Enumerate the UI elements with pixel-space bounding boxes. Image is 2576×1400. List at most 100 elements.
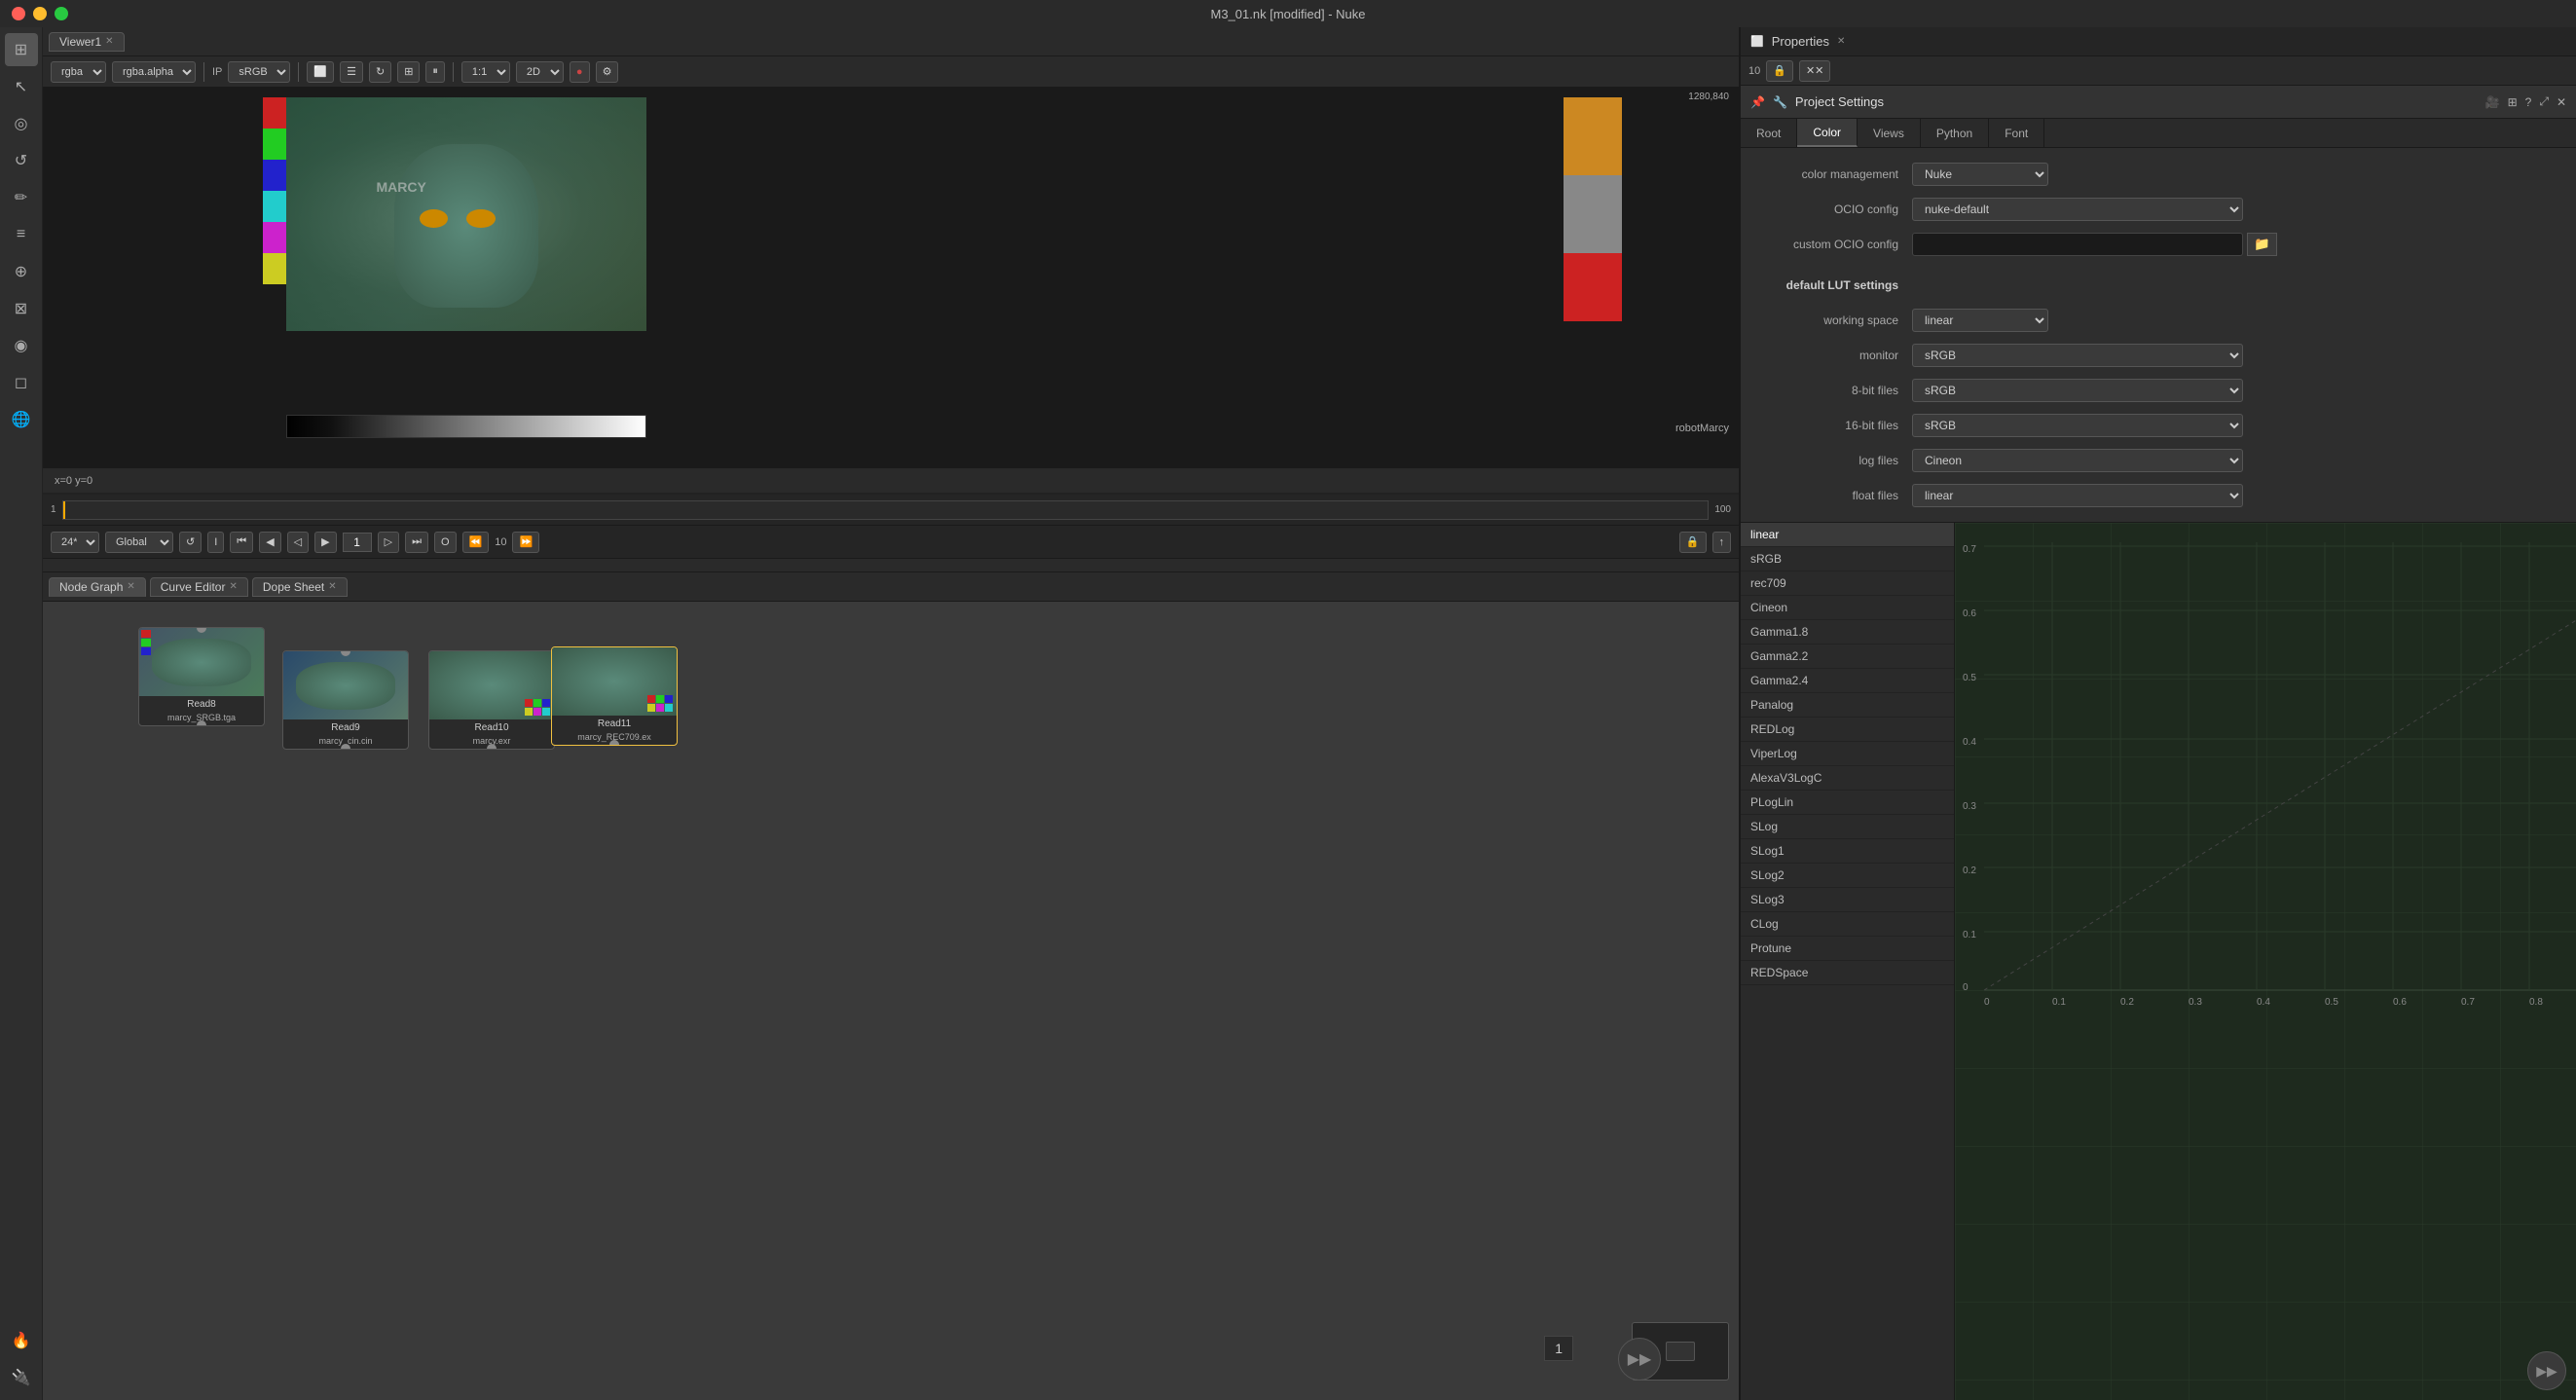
bit16-dropdown[interactable]: sRGB <box>1912 414 2243 437</box>
curve-item-redspace[interactable]: REDSpace <box>1741 961 1954 985</box>
skip-end-btn[interactable]: ⏭ <box>405 532 428 553</box>
curve-item-gamma22[interactable]: Gamma2.2 <box>1741 645 1954 669</box>
skip-start-btn[interactable]: ⏮ <box>230 532 253 553</box>
log-dropdown[interactable]: Cineon <box>1912 449 2243 472</box>
channel-dropdown[interactable]: rgba <box>51 61 106 83</box>
node-read9[interactable]: Read9 marcy_cin.cin <box>282 650 409 750</box>
toolbar-select-icon[interactable]: ↖ <box>5 70 38 103</box>
ps-tab-python[interactable]: Python <box>1921 119 1989 147</box>
toolbar-rotate-icon[interactable]: ↺ <box>5 144 38 177</box>
maximize-button[interactable] <box>55 7 68 20</box>
toolbar-pen-icon[interactable]: ✏ <box>5 181 38 214</box>
node-read11[interactable]: Read11 marcy_REC709.ex <box>551 646 678 746</box>
curve-item-gamma24[interactable]: Gamma2.4 <box>1741 669 1954 693</box>
toolbar-layers-icon[interactable]: ≡ <box>5 218 38 251</box>
toolbar-transform-icon[interactable]: ◎ <box>5 107 38 140</box>
monitor-icon[interactable]: ⬜ <box>307 61 334 83</box>
dope-sheet-close[interactable]: ✕ <box>328 581 336 592</box>
node-read8[interactable]: Read8 marcy_SRGB.tga <box>138 627 265 726</box>
tab-dope-sheet[interactable]: Dope Sheet ✕ <box>252 577 348 597</box>
fps-dropdown[interactable]: 24* <box>51 532 99 553</box>
curve-item-slog2[interactable]: SLog2 <box>1741 864 1954 888</box>
ps-tab-color[interactable]: Color <box>1797 119 1858 147</box>
curve-nav-arrow[interactable]: ▶▶ <box>2527 1351 2566 1390</box>
toolbar-crop-icon[interactable]: ⊠ <box>5 292 38 325</box>
tab-curve-editor[interactable]: Curve Editor ✕ <box>150 577 248 597</box>
timeline-ruler[interactable] <box>62 500 1710 520</box>
toolbar-fire-icon[interactable]: 🔥 <box>5 1324 38 1357</box>
curve-item-clog[interactable]: CLog <box>1741 912 1954 937</box>
toolbar-viewer-icon[interactable]: ⊞ <box>5 33 38 66</box>
close-button[interactable] <box>12 7 25 20</box>
ps-float-btn[interactable]: ⤢ <box>2539 94 2549 109</box>
lock-btn[interactable]: 🔒 <box>1679 532 1707 553</box>
viewer-tab-1[interactable]: Viewer1 ✕ <box>49 32 125 52</box>
step-back-btn[interactable]: ◀ <box>259 532 280 553</box>
ps-camera-btn[interactable]: 🎥 <box>2485 95 2500 109</box>
ocio-config-dropdown[interactable]: nuke-default <box>1912 198 2243 221</box>
monitor-dropdown[interactable]: sRGB <box>1912 344 2243 367</box>
projection-dropdown[interactable]: 2D <box>516 61 564 83</box>
ps-wrench-btn[interactable]: 🔧 <box>1773 95 1787 109</box>
window-controls[interactable] <box>12 7 68 20</box>
curve-item-slog1[interactable]: SLog1 <box>1741 839 1954 864</box>
color-management-dropdown[interactable]: Nuke <box>1912 163 2048 186</box>
in-point-icon[interactable]: I <box>207 532 224 553</box>
ps-resize-btn[interactable]: ⊞ <box>2508 95 2518 109</box>
rewind-btn[interactable]: ⏪ <box>462 532 490 553</box>
export-btn[interactable]: ↑ <box>1712 532 1732 553</box>
out-point-icon[interactable]: O <box>434 532 457 553</box>
working-space-dropdown[interactable]: linear <box>1912 309 2048 332</box>
settings-viewer-icon[interactable]: ⚙ <box>596 61 619 83</box>
curve-item-slog3[interactable]: SLog3 <box>1741 888 1954 912</box>
toolbar-shapes-icon[interactable]: ◻ <box>5 366 38 399</box>
node-read10[interactable]: Read10 marcy.exr <box>428 650 555 750</box>
curve-item-linear[interactable]: linear <box>1741 523 1954 547</box>
curve-item-srgb[interactable]: sRGB <box>1741 547 1954 571</box>
props-clear-btn[interactable]: ✕✕ <box>1799 60 1830 82</box>
pause-icon[interactable]: ⏸ <box>425 61 445 83</box>
zoom-dropdown[interactable]: 1:1 <box>461 61 510 83</box>
bit8-dropdown[interactable]: sRGB <box>1912 379 2243 402</box>
toolbar-plugin-icon[interactable]: 🔌 <box>5 1361 38 1394</box>
ps-tab-root[interactable]: Root <box>1741 119 1797 147</box>
colorspace-dropdown[interactable]: sRGB <box>228 61 290 83</box>
node-read10-output[interactable] <box>487 744 497 750</box>
ps-pin-btn[interactable]: 📌 <box>1750 95 1765 109</box>
wipe-icon[interactable]: ● <box>570 61 590 83</box>
ps-tab-font[interactable]: Font <box>1989 119 2044 147</box>
curve-editor-close[interactable]: ✕ <box>229 581 237 592</box>
custom-ocio-input[interactable] <box>1912 233 2243 256</box>
play-back-btn[interactable]: ◁ <box>287 532 309 553</box>
play-fwd-btn[interactable]: ▷ <box>378 532 399 553</box>
curve-item-ploglin[interactable]: PLogLin <box>1741 791 1954 815</box>
curve-item-redlog[interactable]: REDLog <box>1741 718 1954 742</box>
curve-item-slog[interactable]: SLog <box>1741 815 1954 839</box>
toolbar-color-icon[interactable]: ◉ <box>5 329 38 362</box>
mode-dropdown[interactable]: Global <box>105 532 173 553</box>
ps-help-btn[interactable]: ? <box>2525 95 2532 109</box>
curve-item-protune[interactable]: Protune <box>1741 937 1954 961</box>
play-btn[interactable]: ▶ <box>314 532 336 553</box>
node-canvas[interactable]: Read8 marcy_SRGB.tga Read9 marcy_cin.cin <box>43 602 1739 1400</box>
node-read8-output[interactable] <box>197 720 206 726</box>
ps-close-btn[interactable]: ✕ <box>2557 95 2566 109</box>
node-read11-output[interactable] <box>609 740 619 746</box>
curve-item-rec709[interactable]: rec709 <box>1741 571 1954 596</box>
refresh-icon[interactable]: ↻ <box>369 61 391 83</box>
tab-node-graph[interactable]: Node Graph ✕ <box>49 577 146 597</box>
props-lock-btn[interactable]: 🔒 <box>1766 60 1793 82</box>
compare-icon[interactable]: ⊞ <box>397 61 420 83</box>
node-graph-close[interactable]: ✕ <box>127 581 134 592</box>
restore-icon[interactable]: ↺ <box>179 532 202 553</box>
alpha-dropdown[interactable]: rgba.alpha <box>112 61 196 83</box>
properties-close-icon[interactable]: ✕ <box>1837 36 1845 47</box>
curve-item-gamma18[interactable]: Gamma1.8 <box>1741 620 1954 645</box>
curve-item-cineon[interactable]: Cineon <box>1741 596 1954 620</box>
curve-item-alexa[interactable]: AlexaV3LogC <box>1741 766 1954 791</box>
custom-ocio-browse-btn[interactable]: 📁 <box>2247 233 2277 256</box>
ps-tab-views[interactable]: Views <box>1858 119 1921 147</box>
viewer-close-icon[interactable]: ✕ <box>105 36 113 47</box>
list-icon[interactable]: ☰ <box>340 61 363 83</box>
curve-item-panalog[interactable]: Panalog <box>1741 693 1954 718</box>
